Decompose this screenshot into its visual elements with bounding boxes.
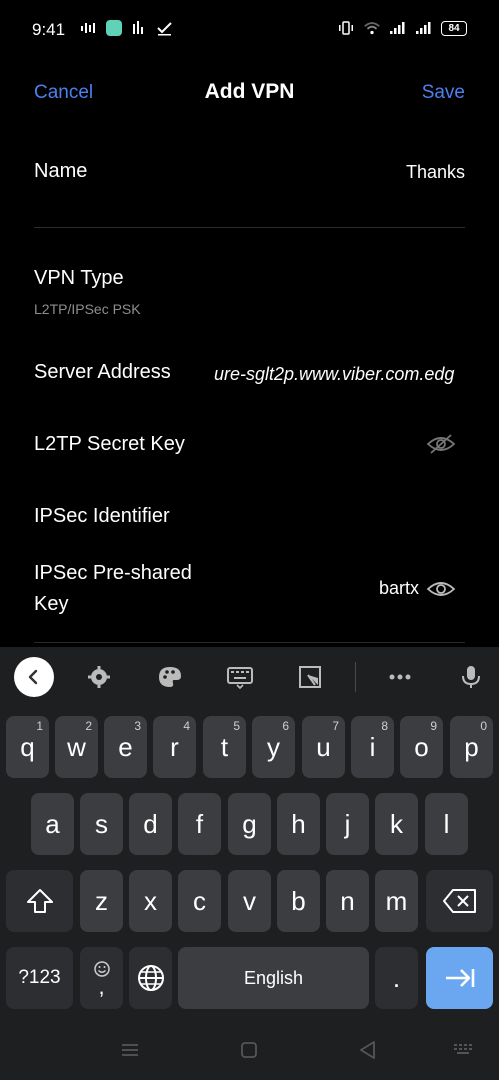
key-p[interactable]: p0: [450, 716, 493, 778]
key-a[interactable]: a: [31, 793, 74, 855]
key-y[interactable]: y6: [252, 716, 295, 778]
vpn-type-label: VPN Type: [34, 267, 124, 289]
key-k[interactable]: k: [375, 793, 418, 855]
server-address-value: ure-sglt2p.www.viber.com.edg: [214, 364, 455, 384]
key-s[interactable]: s: [80, 793, 123, 855]
key-h[interactable]: h: [277, 793, 320, 855]
backspace-key[interactable]: [426, 870, 493, 932]
toolbar-separator: [355, 662, 356, 692]
name-input[interactable]: Thanks: [406, 162, 465, 183]
cell-signal-2-icon: [416, 22, 431, 34]
menu-icon[interactable]: [120, 1042, 140, 1058]
key-m[interactable]: m: [375, 870, 418, 932]
key-c[interactable]: c: [178, 870, 221, 932]
mic-icon[interactable]: [458, 665, 484, 689]
resize-icon[interactable]: [298, 665, 324, 689]
vibrate-icon: [339, 21, 353, 35]
key-n[interactable]: n: [326, 870, 369, 932]
keyboard-switch-icon[interactable]: [452, 1042, 476, 1058]
cell-signal-icon: [390, 22, 405, 34]
voice-signal-icon: [81, 23, 95, 33]
comma-label: ,: [98, 974, 105, 999]
keyboard-toolbar: [0, 647, 499, 707]
ipsec-psk-label-line1: IPSec Pre-shared: [34, 562, 192, 584]
palette-icon[interactable]: [157, 665, 183, 689]
period-key[interactable]: .: [375, 947, 418, 1009]
key-g[interactable]: g: [228, 793, 271, 855]
keyboard: q1 w2 e3 r4 t5 y6 u7 i8 o9 p0 a s d f g …: [0, 647, 499, 1080]
shift-key[interactable]: [6, 870, 73, 932]
globe-key[interactable]: [129, 947, 172, 1009]
back-chevron-icon[interactable]: [14, 657, 54, 697]
key-q[interactable]: q1: [6, 716, 49, 778]
key-f[interactable]: f: [178, 793, 221, 855]
more-icon[interactable]: [387, 665, 413, 689]
key-b[interactable]: b: [277, 870, 320, 932]
system-nav-bar: [0, 1020, 499, 1080]
key-e[interactable]: e3: [104, 716, 147, 778]
key-r[interactable]: r4: [153, 716, 196, 778]
enter-icon: [445, 969, 474, 987]
eye-icon[interactable]: [426, 578, 456, 600]
comma-key[interactable]: ,: [80, 947, 123, 1009]
keyboard-icon[interactable]: [227, 665, 253, 689]
ipsec-identifier-label: IPSec Identifier: [34, 505, 170, 527]
wifi-icon: [364, 22, 380, 35]
key-x[interactable]: x: [129, 870, 172, 932]
status-left-icons: [80, 20, 174, 36]
l2tp-secret-label: L2TP Secret Key: [34, 433, 185, 455]
status-right-icons: 84: [337, 20, 467, 36]
home-icon[interactable]: [240, 1041, 258, 1059]
settings-icon[interactable]: [86, 665, 112, 689]
key-i[interactable]: i8: [351, 716, 394, 778]
key-u[interactable]: u7: [302, 716, 345, 778]
key-z[interactable]: z: [80, 870, 123, 932]
backspace-icon: [442, 889, 476, 913]
server-address-input[interactable]: ure-sglt2p.www.viber.com.edg: [214, 364, 465, 385]
divider: [34, 227, 465, 228]
back-icon[interactable]: [358, 1040, 376, 1060]
signal-bars-icon: [133, 21, 143, 34]
enter-key[interactable]: [426, 947, 493, 1009]
app-notification-icon: [106, 20, 122, 36]
nav-header: Cancel Add VPN Save: [0, 62, 499, 124]
key-w[interactable]: w2: [55, 716, 98, 778]
vpn-type-value: L2TP/IPSec PSK: [34, 301, 141, 317]
check-icon: [157, 22, 172, 36]
key-v[interactable]: v: [228, 870, 271, 932]
globe-icon: [137, 965, 164, 991]
status-time: 9:41: [32, 20, 66, 39]
ipsec-psk-input[interactable]: bartx: [379, 578, 419, 599]
name-label: Name: [34, 160, 88, 182]
key-o[interactable]: o9: [400, 716, 443, 778]
status-bar: 9:41 84: [0, 0, 499, 62]
key-d[interactable]: d: [129, 793, 172, 855]
ipsec-psk-label-line2: Key: [34, 593, 69, 615]
save-button[interactable]: Save: [422, 82, 465, 104]
key-t[interactable]: t5: [203, 716, 246, 778]
battery-icon: 84: [441, 20, 467, 36]
server-address-label: Server Address: [34, 361, 171, 383]
symbols-key[interactable]: ?123: [6, 947, 73, 1009]
eye-off-icon[interactable]: [426, 433, 456, 455]
shift-icon: [26, 889, 53, 913]
divider: [34, 642, 465, 643]
key-j[interactable]: j: [326, 793, 369, 855]
space-key[interactable]: English: [178, 947, 369, 1009]
key-l[interactable]: l: [425, 793, 468, 855]
